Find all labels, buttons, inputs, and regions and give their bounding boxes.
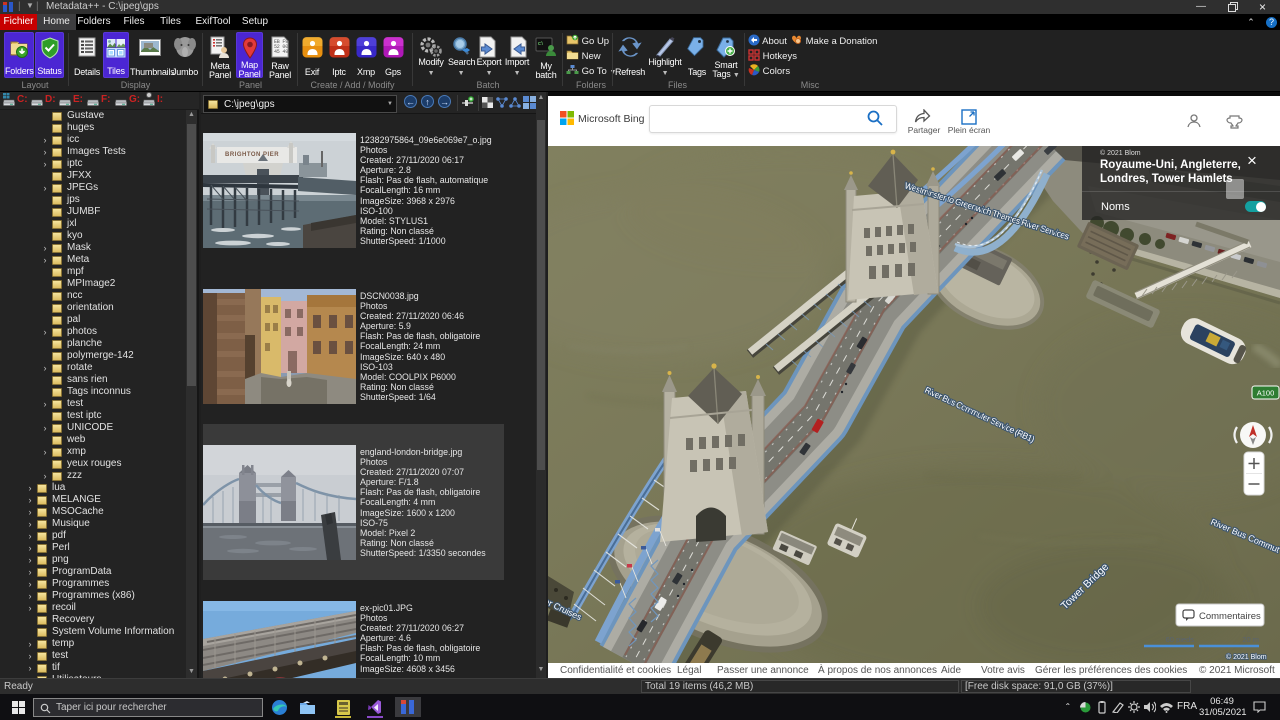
svg-text:45 49: 45 49 xyxy=(274,49,288,55)
svg-text:20 m: 20 m xyxy=(1242,635,1259,644)
svg-text:Commentaires: Commentaires xyxy=(1199,611,1261,622)
svg-text:A100: A100 xyxy=(1257,389,1275,398)
svg-text:60 pieds: 60 pieds xyxy=(1166,635,1195,644)
svg-text:c:\: c:\ xyxy=(538,41,543,47)
svg-text:© 2021 Blom: © 2021 Blom xyxy=(1226,653,1267,661)
svg-text:BRIGHTON PIER: BRIGHTON PIER xyxy=(225,152,279,158)
